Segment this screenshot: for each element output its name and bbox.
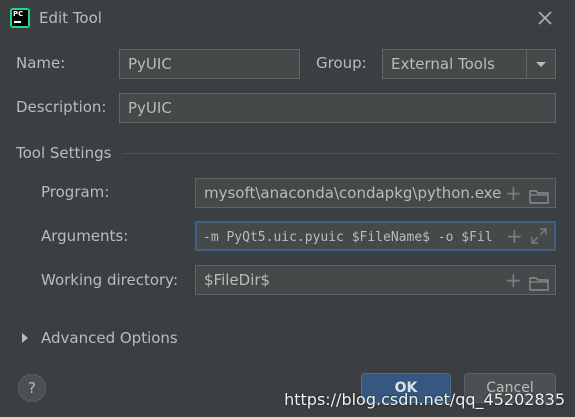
workdir-label: Working directory:: [41, 271, 179, 289]
group-combobox[interactable]: External Tools: [382, 49, 556, 79]
folder-icon[interactable]: [529, 185, 549, 204]
arguments-label: Arguments:: [41, 227, 129, 245]
advanced-options-toggle[interactable]: Advanced Options: [20, 328, 178, 348]
close-icon[interactable]: [535, 8, 555, 28]
name-label: Name:: [16, 54, 66, 72]
workdir-value: $FileDir$: [204, 271, 271, 289]
name-value: PyUIC: [128, 55, 172, 73]
description-value: PyUIC: [128, 99, 172, 117]
app-icon-text: PC: [13, 10, 24, 18]
program-field[interactable]: mysoft\anaconda\condapkg\python.exe +: [195, 178, 556, 208]
help-icon: ?: [28, 379, 36, 397]
workdir-field[interactable]: $FileDir$ +: [195, 265, 556, 295]
description-field[interactable]: PyUIC: [119, 93, 556, 123]
watermark-text: https://blog.csdn.net/qq_45202835: [284, 390, 565, 409]
name-field[interactable]: PyUIC: [119, 49, 300, 79]
description-label: Description:: [16, 98, 107, 116]
chevron-right-icon: [22, 333, 28, 343]
group-label: Group:: [316, 54, 367, 72]
advanced-options-label: Advanced Options: [41, 329, 178, 347]
insert-macro-plus-icon[interactable]: +: [506, 226, 523, 246]
expand-icon[interactable]: [530, 227, 548, 245]
insert-macro-plus-icon[interactable]: +: [505, 183, 522, 203]
group-value: External Tools: [391, 55, 495, 73]
window-title: Edit Tool: [39, 9, 102, 27]
arguments-field[interactable]: -m PyQt5.uic.pyuic $FileName$ -o $Fil +: [195, 221, 556, 251]
program-label: Program:: [41, 183, 110, 201]
tool-settings-title: Tool Settings: [16, 144, 112, 162]
section-divider: [122, 153, 558, 154]
help-button[interactable]: ?: [18, 374, 46, 402]
arguments-value: -m PyQt5.uic.pyuic $FileName$ -o $Fil: [203, 230, 493, 245]
insert-macro-plus-icon[interactable]: +: [505, 270, 522, 290]
folder-icon[interactable]: [529, 272, 549, 291]
app-icon: PC: [10, 8, 30, 28]
chevron-down-icon[interactable]: [526, 50, 555, 78]
program-value: mysoft\anaconda\condapkg\python.exe: [204, 184, 502, 202]
